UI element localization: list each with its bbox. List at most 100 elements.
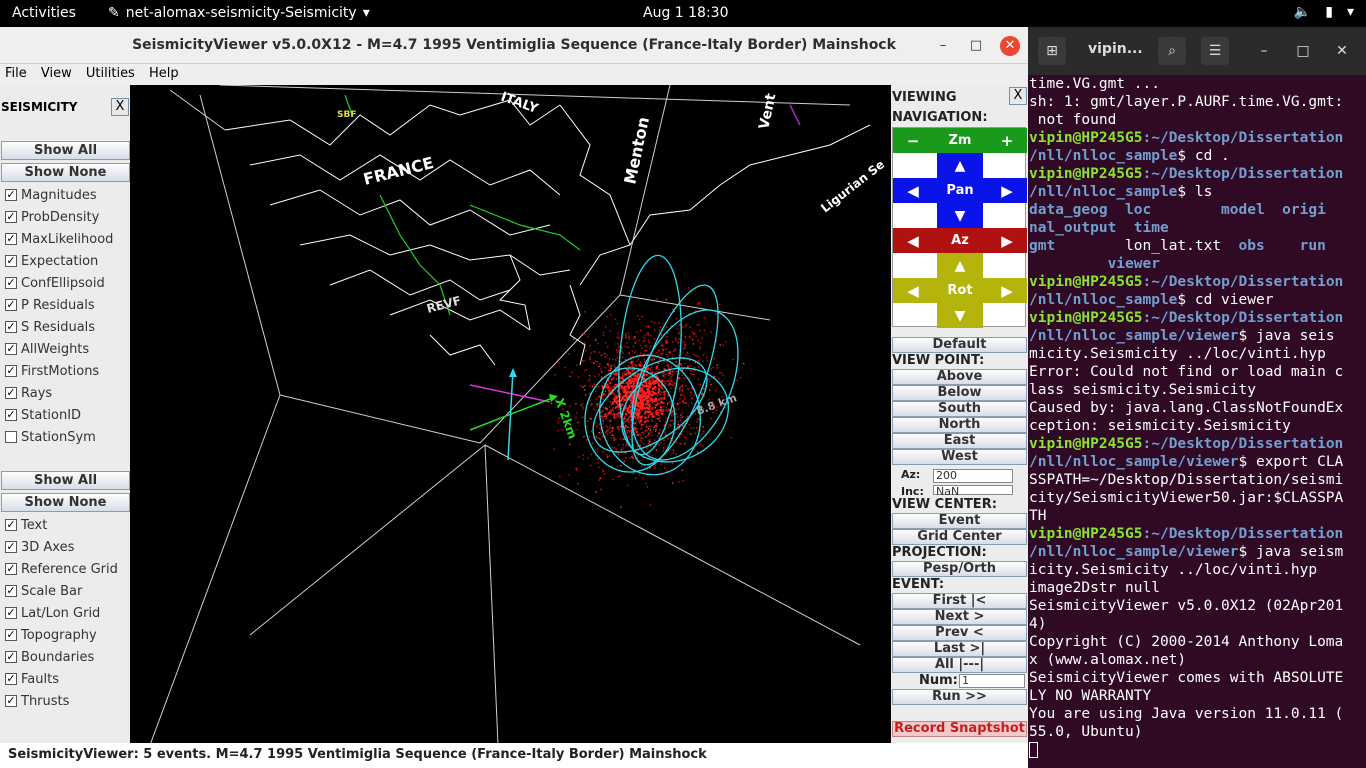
battery-icon[interactable]: ▮ bbox=[1325, 4, 1333, 20]
checkbox-s-residuals[interactable]: ✓ S Residuals bbox=[5, 317, 95, 337]
checkbox-confellipsoid[interactable]: ✓ ConfEllipsoid bbox=[5, 273, 105, 293]
checkbox-boundaries[interactable]: ✓ Boundaries bbox=[5, 647, 94, 667]
minimize-button[interactable]: – bbox=[933, 36, 953, 56]
terminal-output[interactable]: time.VG.gmt ... sh: 1: gmt/layer.P.AURF.t… bbox=[1029, 75, 1365, 768]
checkbox-maxlikelihood[interactable]: ✓ MaxLikelihood bbox=[5, 229, 113, 249]
close-button[interactable]: ✕ bbox=[1000, 36, 1020, 56]
inc-input[interactable]: NaN bbox=[933, 485, 1013, 498]
rot-up-button[interactable]: ▲ bbox=[937, 253, 983, 278]
checkbox-box[interactable]: ✓ bbox=[5, 343, 17, 355]
first-event-button[interactable]: First |< bbox=[892, 593, 1027, 609]
checkbox-box[interactable]: ✓ bbox=[5, 387, 17, 399]
az-input[interactable]: 200 bbox=[933, 469, 1013, 483]
show-none-button-2[interactable]: Show None bbox=[1, 493, 130, 512]
all-events-button[interactable]: All |---| bbox=[892, 657, 1027, 673]
checkbox-box[interactable]: ✓ bbox=[5, 299, 17, 311]
checkbox-faults[interactable]: ✓ Faults bbox=[5, 669, 59, 689]
checkbox-box[interactable]: ✓ bbox=[5, 585, 17, 597]
checkbox-probdensity[interactable]: ✓ ProbDensity bbox=[5, 207, 99, 227]
zoom-out-button[interactable]: − bbox=[893, 132, 933, 150]
checkbox-box[interactable]: ✓ bbox=[5, 607, 17, 619]
checkbox-box[interactable]: ✓ bbox=[5, 233, 17, 245]
checkbox-box[interactable]: ✓ bbox=[5, 673, 17, 685]
prev-event-button[interactable]: Prev < bbox=[892, 625, 1027, 641]
checkbox-3d-axes[interactable]: ✓ 3D Axes bbox=[5, 537, 74, 557]
view-east-button[interactable]: East bbox=[892, 433, 1027, 449]
checkbox-box[interactable]: ✓ bbox=[5, 563, 17, 575]
checkbox-expectation[interactable]: ✓ Expectation bbox=[5, 251, 98, 271]
event-num-input[interactable]: 1 bbox=[959, 674, 1025, 688]
pan-left-button[interactable]: ◀ bbox=[893, 182, 933, 200]
activities-button[interactable]: Activities bbox=[12, 5, 76, 21]
checkbox-box[interactable]: ✓ bbox=[5, 255, 17, 267]
checkbox-box[interactable]: ✓ bbox=[5, 211, 17, 223]
checkbox-box[interactable]: ✓ bbox=[5, 629, 17, 641]
checkbox-box[interactable] bbox=[5, 431, 17, 443]
show-all-button-2[interactable]: Show All bbox=[1, 471, 130, 490]
zoom-in-button[interactable]: + bbox=[987, 132, 1027, 150]
minimize-icon[interactable]: – bbox=[1250, 37, 1278, 65]
az-right-button[interactable]: ▶ bbox=[987, 232, 1027, 250]
next-event-button[interactable]: Next > bbox=[892, 609, 1027, 625]
rot-right-button[interactable]: ▶ bbox=[987, 282, 1027, 300]
record-snapshot-button[interactable]: Record Snaptshot bbox=[892, 721, 1027, 737]
checkbox-p-residuals[interactable]: ✓ P Residuals bbox=[5, 295, 95, 315]
grid-center-button[interactable]: Grid Center bbox=[892, 529, 1027, 545]
checkbox-box[interactable]: ✓ bbox=[5, 277, 17, 289]
checkbox-lat-lon-grid[interactable]: ✓ Lat/Lon Grid bbox=[5, 603, 100, 623]
search-icon[interactable]: ⌕ bbox=[1158, 37, 1186, 65]
maximize-button[interactable]: □ bbox=[966, 36, 986, 56]
close-icon[interactable]: ✕ bbox=[1328, 37, 1356, 65]
power-menu-icon[interactable]: ▾ bbox=[1347, 4, 1354, 20]
show-none-button[interactable]: Show None bbox=[1, 163, 130, 182]
checkbox-scale-bar[interactable]: ✓ Scale Bar bbox=[5, 581, 82, 601]
checkbox-firstmotions[interactable]: ✓ FirstMotions bbox=[5, 361, 99, 381]
seismicity-close-button[interactable]: X bbox=[111, 98, 129, 116]
checkbox-stationid[interactable]: ✓ StationID bbox=[5, 405, 81, 425]
system-tray[interactable]: 🔈 ▮ ▾ bbox=[1294, 4, 1354, 20]
checkbox-box[interactable]: ✓ bbox=[5, 541, 17, 553]
hamburger-menu-icon[interactable]: ☰ bbox=[1201, 37, 1229, 65]
seismicity-3d-canvas[interactable]: FRANCE ITALY Menton Vent Ligurian Se REV… bbox=[130, 85, 891, 745]
center-event-button[interactable]: Event bbox=[892, 513, 1027, 529]
volume-icon[interactable]: 🔈 bbox=[1294, 4, 1311, 20]
checkbox-text[interactable]: ✓ Text bbox=[5, 515, 47, 535]
show-all-button[interactable]: Show All bbox=[1, 141, 130, 160]
view-below-button[interactable]: Below bbox=[892, 385, 1027, 401]
menu-file[interactable]: File bbox=[0, 64, 32, 81]
checkbox-box[interactable]: ✓ bbox=[5, 409, 17, 421]
checkbox-stationsym[interactable]: StationSym bbox=[5, 427, 96, 447]
pan-down-button[interactable]: ▼ bbox=[937, 203, 983, 228]
menu-utilities[interactable]: Utilities bbox=[81, 64, 140, 81]
window-titlebar[interactable]: SeismicityViewer v5.0.0X12 - M=4.7 1995 … bbox=[0, 27, 1028, 64]
default-view-button[interactable]: Default bbox=[892, 337, 1027, 353]
view-south-button[interactable]: South bbox=[892, 401, 1027, 417]
checkbox-allweights[interactable]: ✓ AllWeights bbox=[5, 339, 89, 359]
view-above-button[interactable]: Above bbox=[892, 369, 1027, 385]
terminal-headerbar[interactable]: ⊞ vipin... ⌕ ☰ – □ ✕ bbox=[1028, 27, 1366, 75]
maximize-icon[interactable]: □ bbox=[1289, 37, 1317, 65]
menu-help[interactable]: Help bbox=[144, 64, 184, 81]
pan-up-button[interactable]: ▲ bbox=[937, 153, 983, 178]
rot-down-button[interactable]: ▼ bbox=[937, 303, 983, 328]
rot-left-button[interactable]: ◀ bbox=[893, 282, 933, 300]
checkbox-box[interactable]: ✓ bbox=[5, 651, 17, 663]
new-tab-icon[interactable]: ⊞ bbox=[1038, 37, 1066, 65]
checkbox-topography[interactable]: ✓ Topography bbox=[5, 625, 97, 645]
checkbox-rays[interactable]: ✓ Rays bbox=[5, 383, 52, 403]
last-event-button[interactable]: Last >| bbox=[892, 641, 1027, 657]
checkbox-magnitudes[interactable]: ✓ Magnitudes bbox=[5, 185, 97, 205]
app-menu[interactable]: ✎ net-alomax-seismicity-Seismicity ▾ bbox=[108, 5, 370, 21]
view-west-button[interactable]: West bbox=[892, 449, 1027, 465]
checkbox-thrusts[interactable]: ✓ Thrusts bbox=[5, 691, 69, 711]
checkbox-reference-grid[interactable]: ✓ Reference Grid bbox=[5, 559, 118, 579]
clock[interactable]: Aug 1 18:30 bbox=[643, 5, 729, 21]
checkbox-box[interactable]: ✓ bbox=[5, 695, 17, 707]
view-north-button[interactable]: North bbox=[892, 417, 1027, 433]
pan-right-button[interactable]: ▶ bbox=[987, 182, 1027, 200]
checkbox-box[interactable]: ✓ bbox=[5, 321, 17, 333]
projection-toggle-button[interactable]: Pesp/Orth bbox=[892, 561, 1027, 577]
az-left-button[interactable]: ◀ bbox=[893, 232, 933, 250]
checkbox-box[interactable]: ✓ bbox=[5, 519, 17, 531]
checkbox-box[interactable]: ✓ bbox=[5, 365, 17, 377]
